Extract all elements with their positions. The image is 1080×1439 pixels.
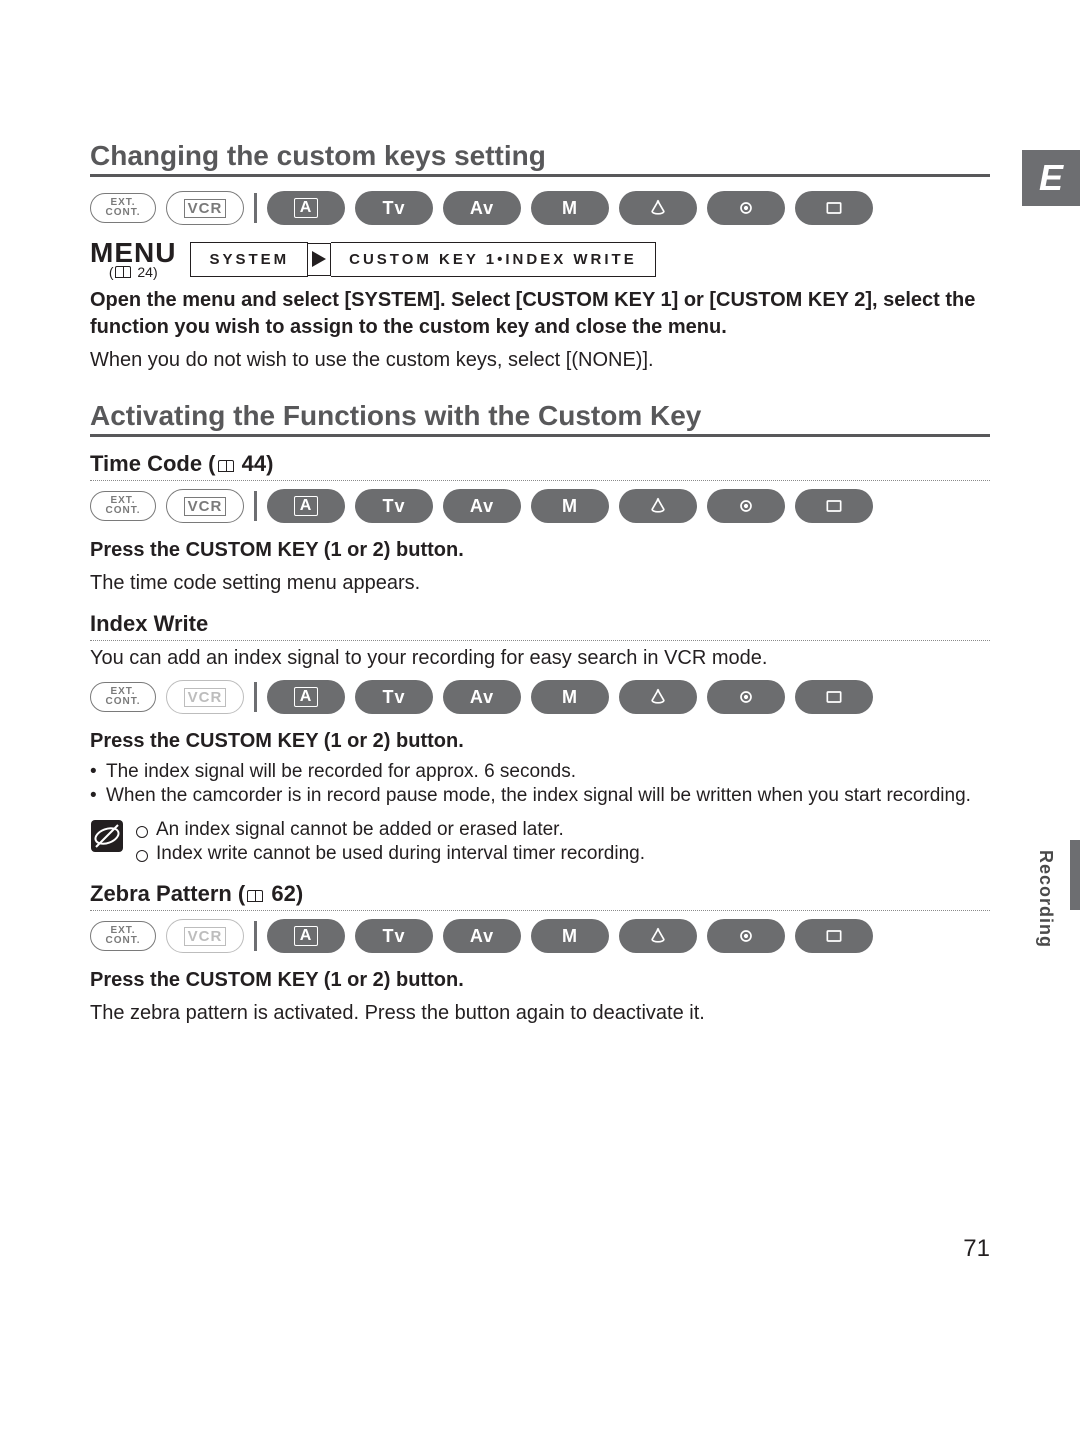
- press-index-write: Press the CUSTOM KEY (1 or 2) button.: [90, 728, 990, 755]
- menu-label: MENU: [90, 239, 176, 267]
- desc-zebra: The zebra pattern is activated. Press th…: [90, 1000, 990, 1027]
- index-write-bullets: The index signal will be recorded for ap…: [90, 761, 990, 807]
- mode-divider: [254, 921, 257, 951]
- mode-divider: [254, 193, 257, 223]
- mode-tv: Tv: [355, 489, 433, 523]
- mode-manual: M: [531, 489, 609, 523]
- mode-night-icon: [707, 919, 785, 953]
- index-write-intro: You can add an index signal to your reco…: [90, 645, 990, 672]
- mode-vcr: VCR: [166, 489, 244, 523]
- edge-tab: E: [1022, 150, 1080, 206]
- mode-auto: A: [267, 680, 345, 714]
- mode-manual: M: [531, 919, 609, 953]
- mode-spotlight-icon: [619, 919, 697, 953]
- mode-row-1: EXT.CONT. VCR A Tv Av M: [90, 191, 990, 225]
- mode-ext-cont: EXT.CONT.: [90, 682, 156, 712]
- menu-step-custom-key: CUSTOM KEY 1•INDEX WRITE: [331, 242, 656, 277]
- mode-card-icon: [795, 919, 873, 953]
- mode-av: Av: [443, 191, 521, 225]
- desc-time-code: The time code setting menu appears.: [90, 570, 990, 597]
- mode-auto: A: [267, 489, 345, 523]
- note-1: An index signal cannot be added or erase…: [136, 819, 645, 841]
- mode-divider: [254, 491, 257, 521]
- mode-tv: Tv: [355, 919, 433, 953]
- zebra-ref: 62): [271, 881, 303, 906]
- section-title-changing: Changing the custom keys setting: [90, 140, 990, 177]
- note-2: Index write cannot be used during interv…: [136, 843, 645, 865]
- mode-divider: [254, 682, 257, 712]
- menu-label-block: MENU ( 24): [90, 239, 176, 279]
- arrow-right-icon: [312, 251, 326, 267]
- bullet-1: The index signal will be recorded for ap…: [90, 761, 990, 783]
- mode-spotlight-icon: [619, 489, 697, 523]
- mode-vcr: VCR: [166, 919, 244, 953]
- press-time-code: Press the CUSTOM KEY (1 or 2) button.: [90, 537, 990, 564]
- book-icon: [218, 460, 234, 472]
- mode-manual: M: [531, 191, 609, 225]
- instruction-open-menu: Open the menu and select [SYSTEM]. Selec…: [90, 287, 990, 341]
- mode-tv: Tv: [355, 191, 433, 225]
- subhead-zebra: Zebra Pattern ( 62): [90, 881, 990, 911]
- note-icon: [90, 819, 124, 853]
- press-zebra: Press the CUSTOM KEY (1 or 2) button.: [90, 967, 990, 994]
- mode-row-4: EXT.CONT. VCR A Tv Av M: [90, 919, 990, 953]
- mode-spotlight-icon: [619, 191, 697, 225]
- bullet-2: When the camcorder is in record pause mo…: [90, 785, 990, 807]
- menu-flow: MENU ( 24) SYSTEM CUSTOM KEY 1•INDEX WRI…: [90, 239, 990, 279]
- mode-auto: A: [267, 919, 345, 953]
- mode-av: Av: [443, 919, 521, 953]
- mode-ext-cont: EXT.CONT.: [90, 193, 156, 223]
- mode-night-icon: [707, 489, 785, 523]
- time-code-label: Time Code (: [90, 451, 216, 476]
- book-icon: [115, 266, 131, 278]
- mode-card-icon: [795, 680, 873, 714]
- mode-spotlight-icon: [619, 680, 697, 714]
- mode-row-2: EXT.CONT. VCR A Tv Av M: [90, 489, 990, 523]
- note-list: An index signal cannot be added or erase…: [136, 817, 645, 867]
- edge-bar: [1070, 840, 1080, 910]
- section-title-activating: Activating the Functions with the Custom…: [90, 400, 990, 437]
- mode-manual: M: [531, 680, 609, 714]
- note-block: An index signal cannot be added or erase…: [90, 817, 990, 867]
- menu-ref-num: 24: [137, 264, 153, 280]
- mode-night-icon: [707, 680, 785, 714]
- mode-ext-cont: EXT.CONT.: [90, 921, 156, 951]
- mode-vcr: VCR: [166, 680, 244, 714]
- mode-av: Av: [443, 680, 521, 714]
- manual-page: E Recording Changing the custom keys set…: [0, 0, 1080, 1333]
- menu-arrow-box: [308, 243, 331, 276]
- mode-auto: A: [267, 191, 345, 225]
- subhead-time-code: Time Code ( 44): [90, 451, 990, 481]
- mode-card-icon: [795, 489, 873, 523]
- mode-ext-cont: EXT.CONT.: [90, 491, 156, 521]
- mode-night-icon: [707, 191, 785, 225]
- mode-card-icon: [795, 191, 873, 225]
- zebra-label: Zebra Pattern (: [90, 881, 245, 906]
- side-label: Recording: [1035, 850, 1056, 948]
- mode-row-3: EXT.CONT. VCR A Tv Av M: [90, 680, 990, 714]
- time-code-ref: 44): [242, 451, 274, 476]
- menu-ref: ( 24): [109, 265, 158, 279]
- instruction-none: When you do not wish to use the custom k…: [90, 347, 990, 374]
- page-number: 71: [963, 1235, 990, 1263]
- mode-vcr: VCR: [166, 191, 244, 225]
- subhead-index-write: Index Write: [90, 611, 990, 641]
- mode-tv: Tv: [355, 680, 433, 714]
- book-icon: [247, 890, 263, 902]
- menu-step-system: SYSTEM: [190, 242, 308, 277]
- mode-av: Av: [443, 489, 521, 523]
